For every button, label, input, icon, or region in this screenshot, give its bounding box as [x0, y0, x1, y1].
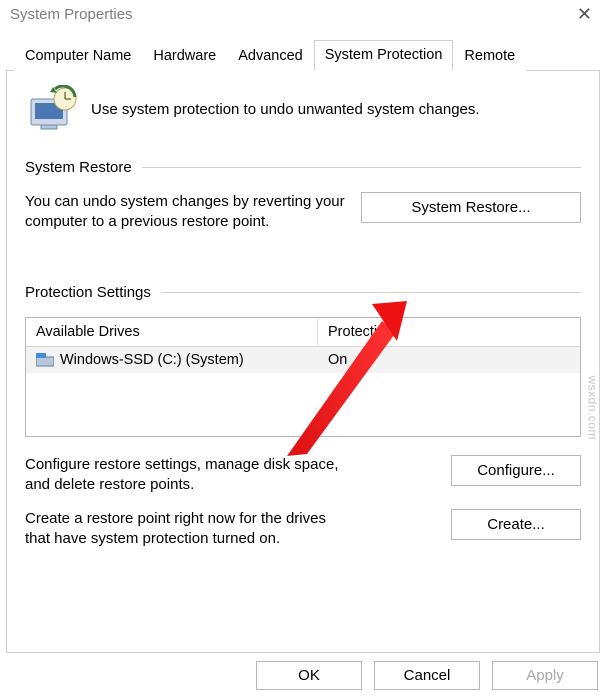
- tab-hardware[interactable]: Hardware: [142, 41, 227, 71]
- divider: [142, 167, 581, 168]
- ok-button[interactable]: OK: [256, 661, 362, 690]
- tab-strip: Computer Name Hardware Advanced System P…: [6, 39, 600, 71]
- create-row: Create a restore point right now for the…: [25, 509, 581, 549]
- table-header: Available Drives Protection: [26, 318, 580, 347]
- configure-button[interactable]: Configure...: [451, 455, 581, 486]
- column-protection[interactable]: Protection: [318, 318, 580, 346]
- divider: [161, 292, 581, 293]
- create-button[interactable]: Create...: [451, 509, 581, 540]
- title-bar: System Properties ✕: [0, 0, 606, 31]
- intro-row: Use system protection to undo unwanted s…: [25, 85, 581, 133]
- close-icon[interactable]: ✕: [571, 4, 598, 25]
- configure-row: Configure restore settings, manage disk …: [25, 455, 581, 495]
- tab-remote[interactable]: Remote: [453, 41, 526, 71]
- column-available-drives[interactable]: Available Drives: [26, 318, 318, 346]
- system-restore-text: You can undo system changes by reverting…: [25, 192, 345, 232]
- drive-icon: [36, 353, 54, 367]
- apply-button[interactable]: Apply: [492, 661, 598, 690]
- drive-status: On: [318, 347, 580, 373]
- cancel-button[interactable]: Cancel: [374, 661, 480, 690]
- group-protection-settings: Protection Settings: [25, 284, 581, 301]
- drive-name: Windows-SSD (C:) (System): [60, 352, 244, 368]
- system-restore-row: You can undo system changes by reverting…: [25, 192, 581, 232]
- create-text: Create a restore point right now for the…: [25, 509, 345, 549]
- configure-text: Configure restore settings, manage disk …: [25, 455, 345, 495]
- tab-pane: Use system protection to undo unwanted s…: [6, 71, 600, 653]
- watermark: wsxdn.com: [586, 375, 600, 440]
- drives-table: Available Drives Protection Windows-SSD …: [25, 317, 581, 437]
- tab-system-protection[interactable]: System Protection: [314, 40, 454, 71]
- group-label-text: Protection Settings: [25, 284, 151, 301]
- dialog-footer: OK Cancel Apply: [256, 661, 598, 690]
- tab-advanced[interactable]: Advanced: [227, 41, 314, 71]
- system-restore-button[interactable]: System Restore...: [361, 192, 581, 223]
- group-label-text: System Restore: [25, 159, 132, 176]
- window-title: System Properties: [10, 6, 133, 23]
- intro-text: Use system protection to undo unwanted s…: [91, 101, 480, 118]
- system-protection-icon: [25, 85, 77, 133]
- tab-computer-name[interactable]: Computer Name: [14, 41, 142, 71]
- group-system-restore: System Restore: [25, 159, 581, 176]
- table-row[interactable]: Windows-SSD (C:) (System) On: [26, 347, 580, 373]
